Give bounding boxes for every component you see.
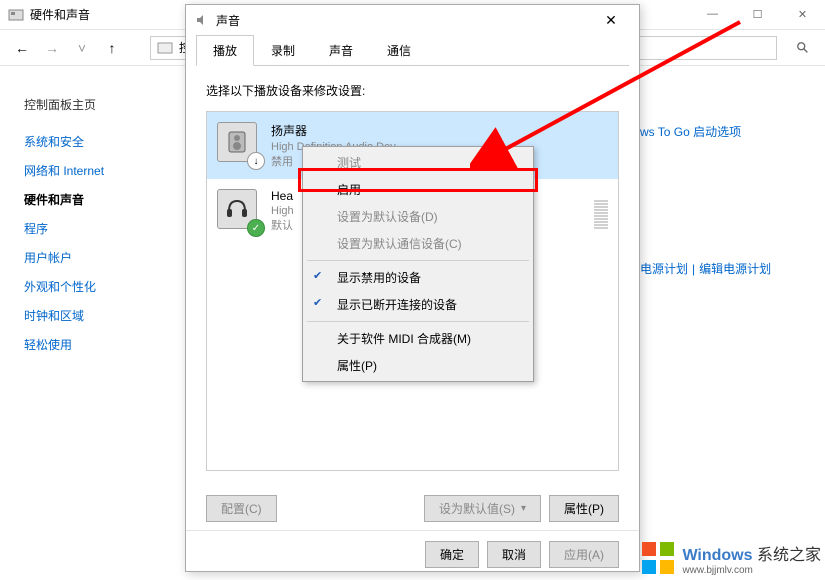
tabs: 播放 录制 声音 通信	[186, 35, 639, 66]
dialog-close-button[interactable]: ✕	[591, 6, 631, 34]
context-menu: 测试 启用 设置为默认设备(D) 设置为默认通信设备(C) ✔显示禁用的设备 ✔…	[302, 146, 534, 382]
sidebar-item-network[interactable]: 网络和 Internet	[24, 156, 170, 185]
level-meter	[594, 189, 608, 229]
link-wstogo[interactable]: ws To Go 启动选项	[640, 120, 741, 143]
sidebar-item-programs[interactable]: 程序	[24, 214, 170, 243]
menu-separator	[307, 321, 529, 322]
menu-show-disconnected[interactable]: ✔显示已断开连接的设备	[305, 291, 531, 318]
sidebar: 控制面板主页 系统和安全 网络和 Internet 硬件和声音 程序 用户帐户 …	[0, 66, 170, 580]
sidebar-item-clock[interactable]: 时钟和区域	[24, 301, 170, 330]
check-icon: ✔	[313, 269, 322, 282]
disabled-badge-icon: ↓	[247, 152, 265, 170]
sidebar-item-accounts[interactable]: 用户帐户	[24, 243, 170, 272]
watermark: Windows 系统之家 www.bjjmlv.com	[640, 540, 821, 576]
dialog-footer: 确定 取消 应用(A)	[186, 530, 639, 578]
check-icon: ✔	[313, 296, 322, 309]
search-button[interactable]	[791, 36, 815, 60]
windows-logo-icon	[640, 540, 676, 576]
apply-button[interactable]: 应用(A)	[549, 541, 619, 568]
back-button[interactable]: ←	[10, 36, 34, 60]
set-default-button[interactable]: 设为默认值(S)	[424, 495, 541, 522]
default-badge-icon: ✓	[247, 219, 265, 237]
watermark-brand: Windows 系统之家	[682, 541, 821, 565]
tab-communications[interactable]: 通信	[370, 35, 428, 66]
headphone-icon-wrap: ✓	[217, 189, 261, 233]
instruction-text: 选择以下播放设备来修改设置:	[206, 82, 619, 99]
menu-set-default-comm[interactable]: 设置为默认通信设备(C)	[305, 230, 531, 257]
sidebar-heading[interactable]: 控制面板主页	[24, 90, 170, 119]
menu-about-midi[interactable]: 关于软件 MIDI 合成器(M)	[305, 325, 531, 352]
explorer-title: 硬件和声音	[30, 6, 90, 23]
maximize-button[interactable]: ☐	[735, 0, 780, 28]
watermark-url: www.bjjmlv.com	[682, 565, 821, 576]
up-button[interactable]: ˅	[70, 36, 94, 60]
dialog-title: 声音	[216, 12, 591, 29]
content-link-partial: ws To Go 启动选项	[640, 120, 741, 143]
tab-recording[interactable]: 录制	[254, 35, 312, 66]
menu-enable[interactable]: 启用	[305, 176, 531, 203]
watermark-text: Windows 系统之家 www.bjjmlv.com	[682, 541, 821, 576]
link-edit-plan[interactable]: 编辑电源计划	[699, 262, 771, 276]
content-row-power: 电源计划|编辑电源计划	[640, 260, 771, 277]
configure-button[interactable]: 配置(C)	[206, 495, 277, 522]
tab-playback[interactable]: 播放	[196, 35, 254, 66]
folder-icon	[157, 40, 173, 56]
tab-sounds[interactable]: 声音	[312, 35, 370, 66]
cancel-button[interactable]: 取消	[487, 541, 541, 568]
sidebar-item-system[interactable]: 系统和安全	[24, 127, 170, 156]
device-buttons: 配置(C) 设为默认值(S) 属性(P)	[186, 487, 639, 530]
link-plan[interactable]: 电源计划	[640, 262, 688, 276]
menu-properties[interactable]: 属性(P)	[305, 352, 531, 379]
sidebar-item-appearance[interactable]: 外观和个性化	[24, 272, 170, 301]
window-controls: — ☐ ✕	[690, 0, 825, 28]
up-folder-button[interactable]: ↑	[100, 36, 124, 60]
menu-set-default[interactable]: 设置为默认设备(D)	[305, 203, 531, 230]
device-name: 扬声器	[271, 122, 608, 139]
forward-button[interactable]: →	[40, 36, 64, 60]
minimize-button[interactable]: —	[690, 0, 735, 28]
ok-button[interactable]: 确定	[425, 541, 479, 568]
sound-icon	[194, 12, 210, 28]
sidebar-item-hardware[interactable]: 硬件和声音	[24, 185, 170, 214]
menu-separator	[307, 260, 529, 261]
speaker-icon-wrap: ↓	[217, 122, 261, 166]
close-button[interactable]: ✕	[780, 0, 825, 28]
sidebar-item-ease[interactable]: 轻松使用	[24, 330, 170, 359]
properties-button[interactable]: 属性(P)	[549, 495, 619, 522]
control-panel-icon	[8, 7, 24, 23]
menu-test[interactable]: 测试	[305, 149, 531, 176]
dialog-titlebar: 声音 ✕	[186, 5, 639, 35]
menu-show-disabled[interactable]: ✔显示禁用的设备	[305, 264, 531, 291]
